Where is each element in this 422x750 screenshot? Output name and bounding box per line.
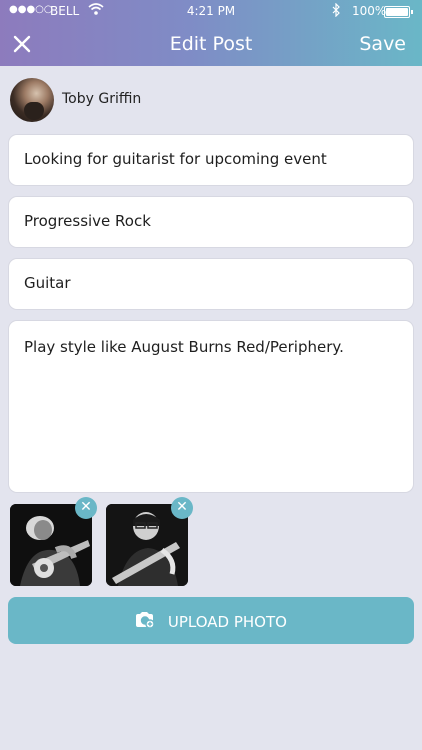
author-name: Toby Griffin <box>62 91 142 107</box>
upload-photo-button[interactable]: UPLOAD PHOTO <box>8 597 414 644</box>
post-title-value: Looking for guitarist for upcoming event <box>24 150 327 168</box>
status-bar: ●●●○○ BELL 4:21 PM 100% <box>0 0 422 22</box>
upload-photo-label: UPLOAD PHOTO <box>167 613 287 631</box>
genre-value: Progressive Rock <box>24 212 151 230</box>
camera-add-icon <box>135 611 155 633</box>
instrument-field[interactable]: Guitar <box>9 259 413 309</box>
battery-percent: 100% <box>352 4 387 18</box>
remove-photo-button[interactable]: ✕ <box>75 497 97 519</box>
avatar <box>10 78 54 122</box>
bluetooth-icon <box>331 2 341 20</box>
instrument-value: Guitar <box>24 274 71 292</box>
close-icon: ✕ <box>176 499 188 515</box>
post-author: Toby Griffin <box>10 78 310 122</box>
close-icon: ✕ <box>80 499 92 515</box>
post-title-field[interactable]: Looking for guitarist for upcoming event <box>9 135 413 185</box>
description-field[interactable]: Play style like August Burns Red/Periphe… <box>9 321 413 492</box>
remove-photo-button[interactable]: ✕ <box>171 497 193 519</box>
genre-field[interactable]: Progressive Rock <box>9 197 413 247</box>
app-header: ●●●○○ BELL 4:21 PM 100% Edit Post Save <box>0 0 422 66</box>
description-value: Play style like August Burns Red/Periphe… <box>24 338 344 356</box>
save-button[interactable]: Save <box>359 33 406 55</box>
upload-photo-content: UPLOAD PHOTO <box>8 611 414 633</box>
battery-icon <box>384 6 413 18</box>
